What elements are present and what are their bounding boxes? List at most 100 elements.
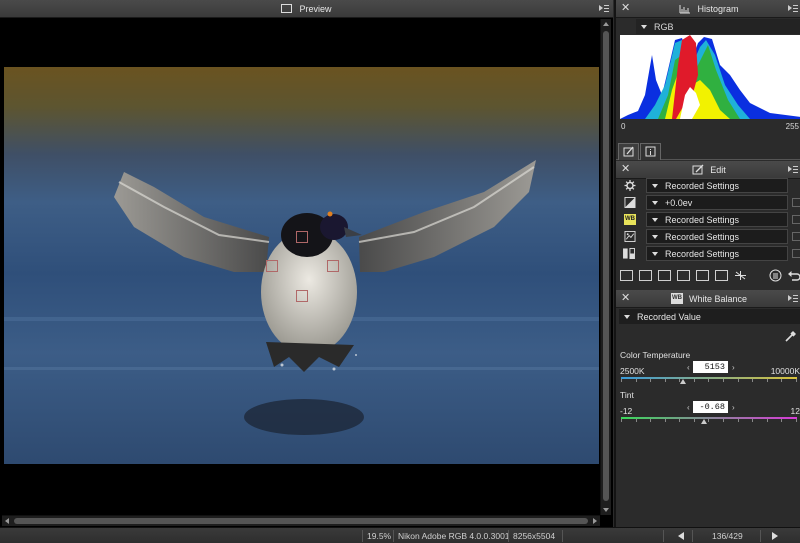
edit-panel: ✕ Edit Recorded Settings +0.0ev WB Recor… [616,161,800,286]
color-profile: Nikon Adobe RGB 4.0.0.3001 [398,531,510,541]
histogram-channel: RGB [654,21,674,32]
edit-row-exposure: +0.0ev [616,194,800,211]
noise-reduction-tool-icon[interactable] [620,269,633,281]
picture-control-select[interactable]: Recorded Settings [646,229,788,244]
picture-control-checkbox[interactable] [792,232,800,241]
color-temperature-decrease-icon[interactable]: ‹ [687,363,690,372]
color-temperature-min: 2500K [620,366,645,376]
status-separator [663,530,664,542]
tint-input[interactable]: -0.68 [693,401,728,413]
tone-checkbox[interactable] [792,249,800,258]
tone-icon[interactable] [622,248,636,259]
color-temperature-ticks [621,379,797,382]
scroll-right-icon[interactable] [593,518,597,524]
panel-menu-icon[interactable] [599,4,609,13]
tint-decrease-icon[interactable]: ‹ [687,403,690,412]
crop-tool-icon[interactable] [639,269,652,281]
picture-control-value: Recorded Settings [665,231,740,242]
image-dimensions: 8256x5504 [513,531,556,541]
panel-tabs [616,141,800,160]
tint-label: Tint [620,390,634,400]
settings-select[interactable]: Recorded Settings [646,178,788,193]
white-balance-panel-icon: WB [670,293,683,304]
white-balance-checkbox[interactable] [792,215,800,224]
tone-select[interactable]: Recorded Settings [646,246,788,261]
histogram-title: Histogram [697,3,739,14]
horizontal-scroll-thumb[interactable] [14,518,588,524]
edit-toolbar [620,267,800,283]
retouch-tool-icon[interactable] [734,270,747,281]
white-balance-mode: Recorded Value [637,311,701,322]
histogram-plot [620,35,800,119]
exposure-checkbox[interactable] [792,198,800,207]
color-temperature-slider-thumb[interactable] [680,379,687,384]
white-balance-title-bar: ✕ WB White Balance [616,290,800,308]
settings-value: Recorded Settings [665,180,740,191]
levels-tool-icon[interactable] [658,269,671,281]
panel-menu-icon[interactable] [788,165,798,174]
close-icon[interactable]: ✕ [621,3,630,14]
scroll-up-icon[interactable] [603,22,609,26]
tint-increase-icon[interactable]: › [732,403,735,412]
focus-point [296,231,308,243]
panel-menu-icon[interactable] [788,294,798,303]
horizontal-scrollbar[interactable] [2,515,600,526]
duck-photo-drawing [4,160,599,435]
next-image-icon[interactable] [772,532,778,540]
histogram-icon [679,4,691,13]
color-temperature-increase-icon[interactable]: › [732,363,735,372]
undo-icon[interactable] [787,269,800,282]
pencil-icon [623,146,634,157]
focus-point [327,260,339,272]
previous-image-icon[interactable] [678,532,684,540]
chevron-down-icon [652,251,658,256]
preview-window-icon [281,4,293,13]
white-balance-select[interactable]: Recorded Settings [646,212,788,227]
exposure-select[interactable]: +0.0ev [646,195,788,210]
focus-point [266,260,278,272]
preview-title-bar: Preview [0,0,613,18]
info-icon [645,146,656,157]
histogram-max-label: 255 [785,122,799,131]
picture-control-icon[interactable] [624,231,636,242]
color-temperature-label: Color Temperature [620,350,691,360]
chevron-down-icon [641,24,647,29]
scroll-left-icon[interactable] [5,518,9,524]
chevron-down-icon [652,217,658,222]
edit-icon [692,164,704,175]
edit-row-picture-control: Recorded Settings [616,228,800,245]
gear-icon[interactable] [624,180,636,191]
vertical-scrollbar[interactable] [600,19,611,515]
panel-menu-icon[interactable] [788,4,798,13]
tint-slider-thumb[interactable] [701,419,707,424]
eyedropper-icon[interactable] [785,330,797,342]
histogram-channel-select[interactable]: RGB [636,19,800,34]
image-viewport[interactable] [2,19,599,515]
edit-row-tone: Recorded Settings [616,245,800,262]
tab-edit[interactable] [618,143,639,160]
vertical-scroll-thumb[interactable] [603,31,609,501]
status-separator [760,530,761,542]
tab-info[interactable] [640,143,661,160]
chevron-down-icon [624,314,630,319]
curves-tool-icon[interactable] [696,269,709,281]
scroll-down-icon[interactable] [603,508,609,512]
history-icon[interactable] [769,269,782,282]
white-balance-title: White Balance [688,293,748,304]
histogram-panel: ✕ Histogram RGB 0 255 [616,0,800,134]
white-balance-mode-select[interactable]: Recorded Value [619,309,800,324]
white-balance-icon[interactable]: WB [624,214,636,225]
lch-tool-icon[interactable] [715,269,728,281]
sparkle-icon [735,270,746,280]
close-icon[interactable]: ✕ [621,293,630,304]
chevron-down-icon [652,200,658,205]
color-temperature-input[interactable]: 5153 [693,361,728,373]
preview-panel: Preview [0,0,613,527]
image-counter: 136/429 [712,531,743,541]
focus-point [296,290,308,302]
exposure-icon[interactable] [624,197,636,208]
color-tool-icon[interactable] [677,269,690,281]
close-icon[interactable]: ✕ [621,164,630,175]
status-separator [362,530,363,542]
histogram-title-bar: ✕ Histogram [616,0,800,18]
